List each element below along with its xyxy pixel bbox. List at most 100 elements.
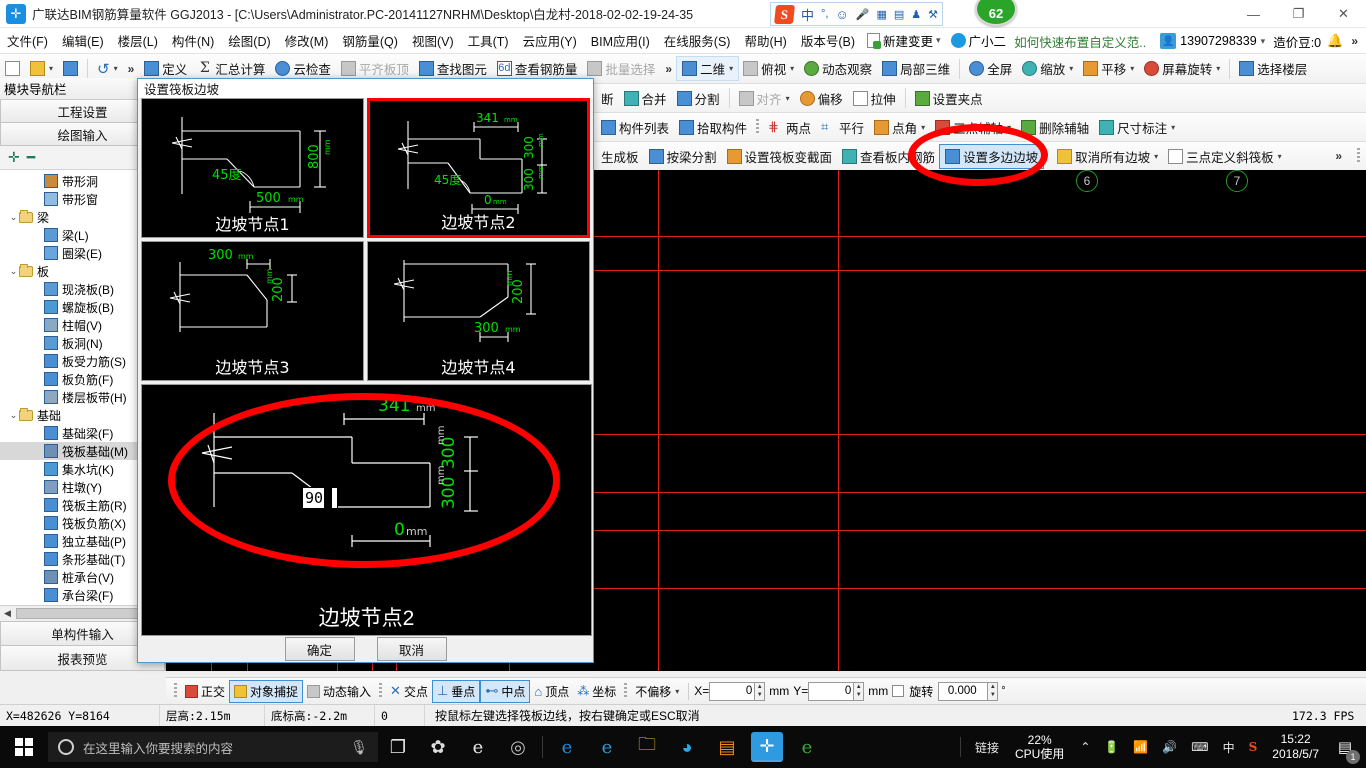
split-button[interactable]: 分割 [672, 87, 725, 110]
ime-keyboard-icon[interactable]: ▦ [876, 8, 886, 21]
snapbar-grip-3[interactable] [624, 683, 628, 699]
chevron-down-icon[interactable]: ▾ [786, 94, 790, 103]
stretch-button[interactable]: 拉伸 [848, 87, 901, 110]
break-button[interactable]: 断 [596, 87, 619, 110]
three-point-raft-button[interactable]: 三点定义斜筏板 ▾ [1163, 145, 1287, 168]
toolbar-grip[interactable] [756, 119, 760, 135]
volume-icon[interactable]: 🔊 [1156, 726, 1183, 768]
snap-ortho[interactable]: 正交 [181, 681, 229, 702]
menu-floor[interactable]: 楼层(L) [111, 28, 165, 53]
taskbar-search-input[interactable]: 在这里输入你要搜索的内容 🎙 [48, 732, 378, 762]
bell-icon[interactable]: 🔔 [1327, 33, 1343, 49]
chevron-down-icon[interactable]: ▾ [114, 64, 118, 73]
set-poly-slope-chevron-down-icon[interactable]: ▾ [1044, 152, 1052, 161]
top-view-button[interactable]: 俯视 ▾ [738, 57, 799, 80]
tree-expander-icon[interactable]: ⌄ [8, 266, 19, 277]
slope-option-node4[interactable]: 300 mm 200 mm 边坡节点4 [367, 241, 590, 381]
snapbar-grip[interactable] [174, 683, 177, 699]
account-chevron-down-icon[interactable]: ▾ [1261, 36, 1266, 47]
snap-coordinate[interactable]: ⁂ 坐标 [573, 681, 620, 702]
chevron-down-icon[interactable]: ▾ [1069, 64, 1073, 73]
component-list-button[interactable]: 构件列表 [596, 116, 674, 139]
green-browser-icon[interactable]: e [787, 726, 827, 768]
ok-button[interactable]: 确定 [284, 637, 355, 661]
cpu-indicator[interactable]: 22% CPU使用 [1007, 726, 1072, 768]
cancel-button[interactable]: 取消 [376, 637, 447, 661]
pan-button[interactable]: 平移 ▾ [1078, 57, 1139, 80]
notepad-icon[interactable]: ▤ [707, 726, 747, 768]
menubar-tip[interactable]: 如何快速布置自定义范.. [1014, 32, 1146, 51]
collapse-all-icon[interactable]: ━ [27, 149, 36, 166]
menu-bim[interactable]: BIM应用(I) [584, 28, 657, 53]
toolbar-overflow-icon[interactable]: » [123, 62, 140, 76]
link-label[interactable]: 链接 [969, 726, 1005, 768]
set-poly-slope-button[interactable]: 设置多边边坡 [939, 143, 1045, 169]
file-explorer-icon[interactable]: 🗀 [627, 726, 667, 768]
menu-cloud[interactable]: 云应用(Y) [516, 28, 584, 53]
ime-toolbar[interactable]: S 中 °, ☺ 🎤 ▦ ▤ ♟ ⚒ [770, 2, 944, 26]
minimize-button[interactable]: — [1231, 0, 1276, 28]
select-floor-button[interactable]: 选择楼层 [1234, 57, 1312, 80]
chevron-down-icon[interactable]: ▾ [1278, 152, 1282, 161]
keyboard-icon[interactable]: ⌨ [1185, 726, 1214, 768]
ime-skin-icon[interactable]: ♟ [911, 8, 921, 21]
set-grip-button[interactable]: 设置夹点 [910, 87, 988, 110]
battery-icon[interactable]: 🔋 [1098, 726, 1125, 768]
assistant-button[interactable]: 广小二 [946, 29, 1012, 52]
define-button[interactable]: 定义 [139, 57, 192, 80]
view-2d-button[interactable]: 二维 ▾ [676, 56, 740, 81]
snap-midpoint[interactable]: ⊷ 中点 [480, 679, 531, 703]
menu-file[interactable]: 文件(F) [0, 28, 55, 53]
chevron-up-icon[interactable]: ⌃ [1074, 726, 1096, 768]
ime-mode-label[interactable]: 中 [801, 5, 814, 24]
zoom-button[interactable]: 缩放 ▾ [1017, 57, 1078, 80]
rotate-stepper[interactable]: ▲ ▼ [988, 681, 999, 701]
tree-expander-icon[interactable]: ⌄ [8, 410, 19, 421]
point-angle-button[interactable]: 点角 ▾ [869, 116, 930, 139]
chevron-down-icon[interactable]: ▾ [1007, 123, 1011, 132]
menubar-overflow-icon[interactable]: » [1343, 34, 1366, 48]
cancel-slopes-button[interactable]: 取消所有边坡 ▾ [1052, 145, 1163, 168]
x-stepper[interactable]: ▲ ▼ [755, 681, 766, 701]
two-point-button[interactable]: ⋕ 两点 [763, 116, 816, 139]
three-point-axis-button[interactable]: 三点辅轴 ▾ [930, 116, 1016, 139]
parallel-button[interactable]: ⌗ 平行 [816, 116, 869, 139]
ime-settings-icon[interactable]: ⚒ [928, 8, 938, 21]
microphone-icon[interactable]: 🎙 [350, 739, 368, 756]
generate-slab-button[interactable]: 生成板 [596, 145, 644, 168]
local-3d-button[interactable]: 局部三维 [877, 57, 955, 80]
chevron-down-icon[interactable]: ▾ [1154, 152, 1158, 161]
view-rebar-button[interactable]: 6d 查看钢筋量 [492, 57, 583, 80]
save-button[interactable] [58, 59, 83, 78]
rotate-input[interactable]: 0.000 [938, 681, 989, 701]
view-slab-rebar-button[interactable]: 查看板内钢筋 [837, 145, 940, 168]
delete-axis-button[interactable]: 删除辅轴 [1016, 116, 1094, 139]
edge-legacy-icon[interactable]: e [458, 726, 498, 768]
axis-label-6[interactable]: 6 [1076, 170, 1098, 192]
windows-start-icon[interactable] [0, 726, 48, 768]
notification-icon[interactable]: ▤ 1 [1328, 726, 1362, 768]
chevron-down-icon[interactable]: ▾ [729, 64, 733, 73]
close-button[interactable]: ✕ [1321, 0, 1366, 28]
find-element-button[interactable]: 查找图元 [414, 57, 492, 80]
snap-perpendicular[interactable]: ⊥ 垂点 [431, 679, 481, 703]
chevron-down-icon[interactable]: ▾ [790, 64, 794, 73]
offset-button[interactable]: 偏移 [795, 87, 848, 110]
fullscreen-button[interactable]: 全屏 [964, 57, 1017, 80]
chevron-down-icon[interactable]: ▾ [921, 123, 925, 132]
task-view-icon[interactable]: ❐ [378, 726, 418, 768]
chevron-down-icon[interactable]: ▾ [49, 64, 53, 73]
slope-option-node1[interactable]: 45度 800 mm 500 mm 边坡节点1 [141, 98, 364, 238]
set-raft-section-button[interactable]: 设置筏板变截面 [722, 145, 838, 168]
dimension-button[interactable]: 尺寸标注 ▾ [1094, 116, 1180, 139]
toolbar4-overflow-icon[interactable]: » [1330, 149, 1347, 163]
y-input[interactable]: 0 [808, 681, 855, 701]
snapbar-grip-2[interactable] [379, 683, 383, 699]
offset-mode-select[interactable]: 不偏移 ▾ [631, 681, 683, 702]
cortana-fan-icon[interactable]: ✿ [418, 726, 458, 768]
snap-dynamic-input[interactable]: 动态输入 [303, 681, 375, 702]
pick-component-button[interactable]: 拾取构件 [674, 116, 752, 139]
wifi-icon[interactable]: 📶 [1127, 726, 1154, 768]
spiral-icon[interactable]: ◎ [498, 726, 538, 768]
menu-view[interactable]: 视图(V) [405, 28, 461, 53]
